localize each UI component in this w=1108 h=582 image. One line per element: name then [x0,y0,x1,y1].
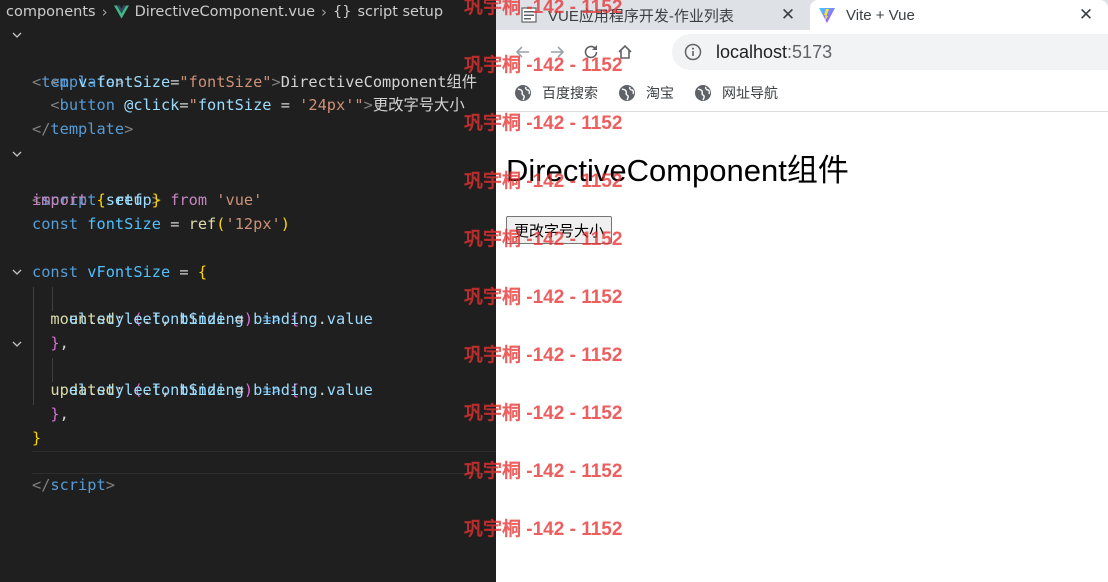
chevron-right-icon: › [101,3,108,21]
bookmark-baidu[interactable]: 百度搜索 [514,83,598,103]
code-line: el.style.fontSize = binding.value [68,381,373,400]
chevron-right-icon: › [321,3,328,21]
tab-title: Vite + Vue [846,6,915,24]
code-line: }, [50,405,69,423]
page-content: DirectiveComponent组件 更改字号大小 [496,113,1108,582]
code-line: const fontSize = ref('12px') [32,215,290,233]
bookmark-taobao[interactable]: 淘宝 [618,83,674,103]
forward-arrow-icon[interactable] [542,37,572,67]
vue-file-icon [113,5,129,19]
tab-homework-list[interactable]: VUE应用程序开发-作业列表 ✕ [520,0,810,30]
url-port: :5173 [787,41,833,62]
code-line: } [32,428,42,447]
change-font-size-button[interactable]: 更改字号大小 [506,216,613,244]
back-arrow-icon[interactable] [508,37,538,67]
code-line: }, [50,333,69,352]
tab-strip: VUE应用程序开发-作业列表 ✕ Vite + Vue ✕ [496,0,1108,30]
bookmark-label: 百度搜索 [542,84,598,101]
code-line: </template> [32,120,134,138]
globe-icon [619,84,635,101]
browser-window: VUE应用程序开发-作业列表 ✕ Vite + Vue ✕ localhost:… [496,0,1108,582]
code-line: const vFontSize = { [32,262,208,281]
breadcrumb-folder[interactable]: components [6,4,96,20]
address-bar[interactable]: localhost:5173 [672,34,1108,70]
breadcrumb: components › DirectiveComponent.vue › {}… [0,0,496,24]
vite-logo-icon [818,6,836,24]
code-line: mounted: (el, binding) => { [0,261,496,328]
page-heading: DirectiveComponent组件 [506,153,849,188]
bookmarks-bar: 百度搜索 淘宝 网址导航 [496,74,1108,112]
globe-icon [515,84,531,101]
close-tab-icon[interactable]: ✕ [1076,5,1096,25]
fold-chevron-icon[interactable] [10,23,24,47]
url-host: localhost [716,41,788,62]
code-line-current[interactable] [0,427,496,474]
breadcrumb-file[interactable]: DirectiveComponent.vue [135,4,315,20]
braces-icon: {} [333,4,352,20]
bookmark-site-nav[interactable]: 网址导航 [694,83,778,103]
code-editor[interactable]: components › DirectiveComponent.vue › {}… [0,0,496,582]
home-icon[interactable] [610,37,640,67]
document-icon [520,6,538,24]
tab-title: VUE应用程序开发-作业列表 [548,7,734,25]
breadcrumb-symbol[interactable]: script setup [357,4,443,20]
code-line: <button @click="fontSize = '24px'">更改字号大… [50,96,465,115]
fold-chevron-icon[interactable] [10,332,24,356]
fold-chevron-icon[interactable] [10,261,24,285]
site-info-icon[interactable] [684,43,702,61]
globe-icon [695,84,711,101]
code-line: <template> [0,23,496,91]
bookmark-label: 淘宝 [646,84,674,101]
fold-chevron-icon[interactable] [10,142,24,166]
close-tab-icon[interactable]: ✕ [778,5,798,25]
code-line: </script> [32,476,115,495]
bookmark-label: 网址导航 [722,84,778,101]
code-line: <p v-fontSize="fontSize">DirectiveCompon… [50,72,478,91]
reload-icon[interactable] [576,37,606,67]
code-line: <script setup> [0,142,496,209]
code-line: import { ref } from 'vue' [32,191,263,210]
code-area[interactable]: <template> <p v-fontSize="fontSize">Dire… [0,23,496,495]
tab-vite-vue[interactable]: Vite + Vue ✕ [810,0,1108,30]
code-line: el.style.fontSize = binding.value [68,310,373,328]
code-line: updated: (el, binding) => { [0,332,496,399]
browser-toolbar: localhost:5173 [496,30,1108,74]
